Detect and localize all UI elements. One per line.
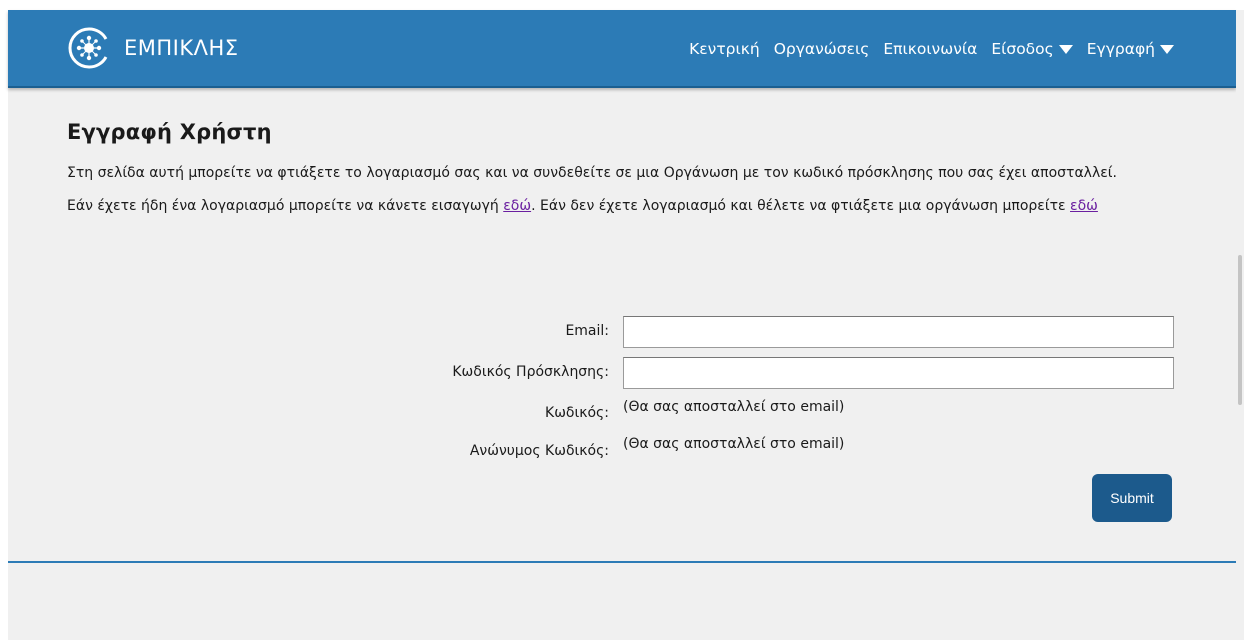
anonymous-password-note: (Θα σας αποσταλλεί στο email) xyxy=(623,436,845,452)
anonymous-password-label: Ανώνυμος Κωδικός: xyxy=(469,443,609,459)
brand-name: ΕΜΠΙΚΛΗΣ xyxy=(124,36,239,60)
main-content: Εγγραφή Χρήστη Στη σελίδα αυτή μπορείτε … xyxy=(67,120,1187,522)
nav-dropdown-login[interactable]: Είσοδος xyxy=(991,40,1073,58)
scrollbar-thumb[interactable] xyxy=(1238,255,1242,405)
nav-link-contact[interactable]: Επικοινωνία xyxy=(883,40,977,58)
anonymous-password-row: Ανώνυμος Κωδικός: (Θα σας αποσταλλεί στο… xyxy=(67,434,1187,466)
account-help-text: Εάν έχετε ήδη ένα λογαριασμό μπορείτε να… xyxy=(67,195,1177,217)
nav-link-home[interactable]: Κεντρική xyxy=(689,40,760,58)
network-circle-logo-icon xyxy=(68,27,108,69)
email-field[interactable] xyxy=(623,316,1174,348)
invite-code-field[interactable] xyxy=(623,357,1174,389)
caret-down-icon xyxy=(1160,44,1174,54)
brand-logo[interactable]: ΕΜΠΙΚΛΗΣ xyxy=(66,26,239,70)
nav-link-label: Επικοινωνία xyxy=(883,40,978,58)
email-row: Email: xyxy=(67,316,1187,348)
footer-divider xyxy=(8,561,1236,563)
email-label: Email: xyxy=(565,323,609,339)
nav-link-label: Κεντρική xyxy=(689,40,760,58)
create-organization-link[interactable]: εδώ xyxy=(1070,198,1098,214)
nav-link-organizations[interactable]: Οργανώσεις xyxy=(774,40,870,58)
login-text-after: . Εάν δεν έχετε λογαριασμό και θέλετε να… xyxy=(531,198,1071,214)
login-text-before: Εάν έχετε ήδη ένα λογαριασμό μπορείτε να… xyxy=(67,198,504,214)
submit-button[interactable]: Submit xyxy=(1092,474,1172,522)
caret-down-icon xyxy=(1058,44,1073,54)
nav-link-label: Είσοδος xyxy=(991,40,1054,58)
nav-link-label: Οργανώσεις xyxy=(773,40,870,58)
page-frame: ΕΜΠΙΚΛΗΣ Κεντρική Οργανώσεις Επικοινωνία… xyxy=(8,10,1236,640)
password-row: Κωδικός: (Θα σας αποσταλλεί στο email) xyxy=(67,397,1187,429)
nav-menu: Κεντρική Οργανώσεις Επικοινωνία Είσοδος … xyxy=(675,40,1174,58)
nav-dropdown-register[interactable]: Εγγραφή xyxy=(1087,40,1174,58)
invite-code-label: Κωδικός Πρόσκλησης: xyxy=(452,364,609,380)
login-link[interactable]: εδώ xyxy=(503,198,531,214)
nav-link-label: Εγγραφή xyxy=(1086,40,1155,58)
navbar: ΕΜΠΙΚΛΗΣ Κεντρική Οργανώσεις Επικοινωνία… xyxy=(8,10,1236,88)
invite-code-row: Κωδικός Πρόσκλησης: xyxy=(67,357,1187,389)
password-label: Κωδικός: xyxy=(545,405,609,421)
password-note: (Θα σας αποσταλλεί στο email) xyxy=(623,399,845,415)
page-title: Εγγραφή Χρήστη xyxy=(67,120,272,144)
page-scrollbar[interactable] xyxy=(1236,10,1244,640)
intro-text: Στη σελίδα αυτή μπορείτε να φτιάξετε το … xyxy=(67,165,1117,181)
